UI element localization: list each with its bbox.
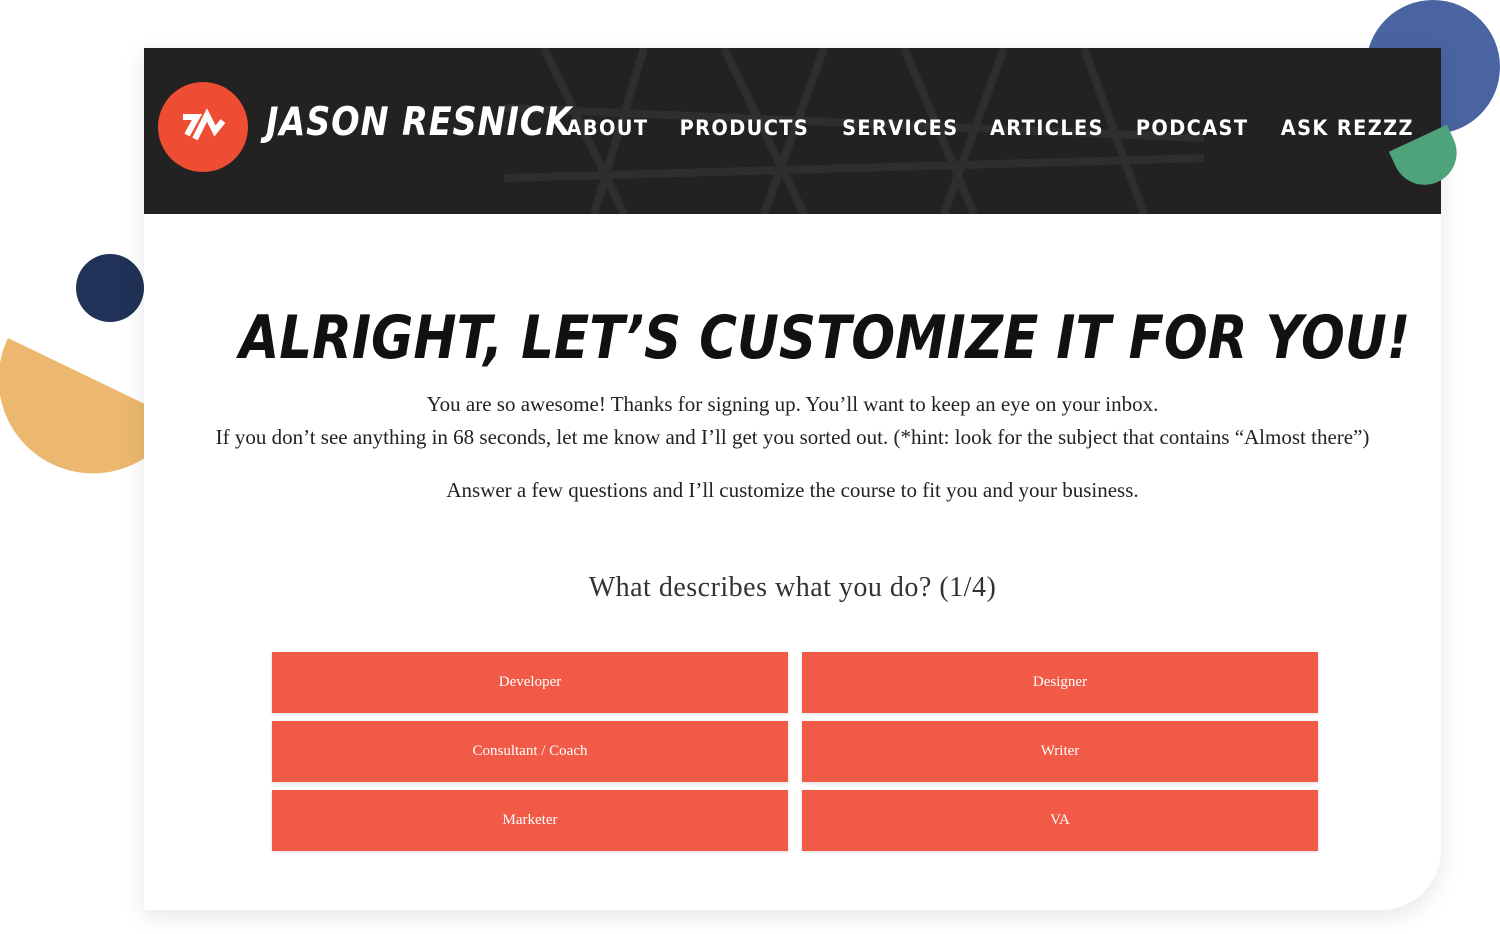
brand-logo-icon[interactable] [158, 82, 248, 172]
option-designer-button[interactable]: Designer [802, 652, 1318, 713]
nav-item-services[interactable]: SERVICES [842, 116, 958, 140]
nav-item-about[interactable]: ABOUT [566, 116, 648, 140]
option-writer-button[interactable]: Writer [802, 721, 1318, 782]
nav-item-ask-rezzz[interactable]: ASK REZZZ [1281, 116, 1414, 140]
option-developer-button[interactable]: Developer [272, 652, 788, 713]
option-va-button[interactable]: VA [802, 790, 1318, 851]
nav-item-podcast[interactable]: PODCAST [1136, 116, 1249, 140]
intro-text: You are so awesome! Thanks for signing u… [144, 388, 1441, 454]
page-card: JASON RESNICK ABOUT PRODUCTS SERVICES AR… [144, 48, 1441, 910]
option-consultant-coach-button[interactable]: Consultant / Coach [272, 721, 788, 782]
brand-name[interactable]: JASON RESNICK [266, 100, 572, 145]
option-marketer-button[interactable]: Marketer [272, 790, 788, 851]
site-header: JASON RESNICK ABOUT PRODUCTS SERVICES AR… [144, 48, 1441, 214]
nav-item-articles[interactable]: ARTICLES [990, 116, 1104, 140]
page-title-text: ALRIGHT, LET’S CUSTOMIZE IT FOR YOU! [239, 303, 1411, 373]
question-heading: What describes what you do? (1/4) [588, 572, 997, 603]
intro-line-2: If you don’t see anything in 68 seconds,… [215, 425, 1370, 449]
answer-options: Developer Designer Consultant / Coach Wr… [272, 652, 1318, 851]
main-nav: ABOUT PRODUCTS SERVICES ARTICLES PODCAST… [541, 116, 1420, 140]
page-title: ALRIGHT, LET’S CUSTOMIZE IT FOR YOU! [144, 303, 1441, 373]
nav-item-products[interactable]: PRODUCTS [679, 116, 809, 140]
intro-line-1: You are so awesome! Thanks for signing u… [426, 392, 1159, 416]
intro-line-3: Answer a few questions and I’ll customiz… [446, 478, 1139, 502]
